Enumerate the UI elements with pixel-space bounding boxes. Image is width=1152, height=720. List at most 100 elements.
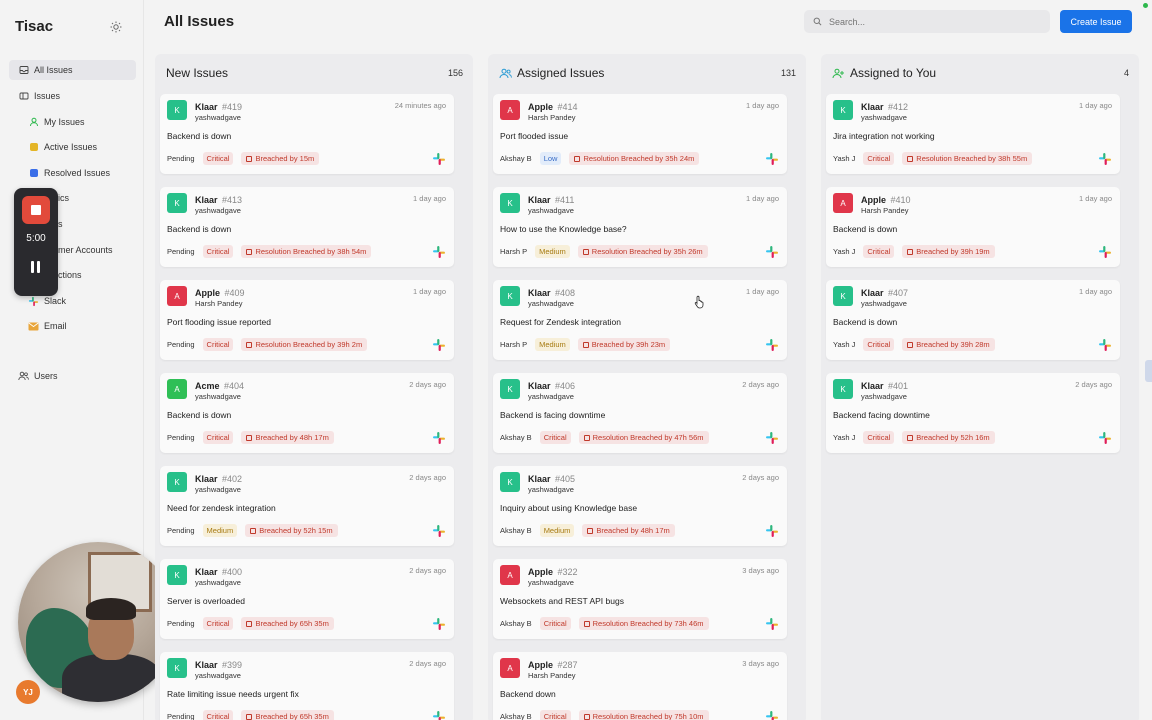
issue-number: #412 [888,102,909,112]
priority-badge: Critical [539,431,571,444]
sla-breach-badge: Resolution Breached by 75h 10m [578,710,709,720]
theme-toggle-icon[interactable] [110,21,122,33]
sidebar-item-analytics[interactable]: ics [58,188,69,208]
issue-timestamp: 2 days ago [409,473,446,482]
slack-icon[interactable] [1098,245,1112,259]
issue-card[interactable]: K Klaar #405 yashwadgave 2 days ago Inquiry … [493,466,787,546]
side-panel-handle[interactable] [1145,360,1152,382]
stop-recording-button[interactable] [22,196,50,224]
company-avatar: K [167,472,187,492]
search-input[interactable] [829,16,1029,27]
issue-card[interactable]: K Klaar #406 yashwadgave 2 days ago Backend … [493,373,787,453]
slack-icon[interactable] [765,338,779,352]
company-name: Klaar [528,288,551,298]
issue-card[interactable]: K Klaar #411 yashwadgave 1 day ago How to us… [493,187,787,267]
issue-card[interactable]: K Klaar #400 yashwadgave 2 days ago Server i… [160,559,454,639]
sidebar-item-label: Users [34,371,58,381]
slack-icon[interactable] [765,152,779,166]
slack-icon[interactable] [432,338,446,352]
sidebar-item-my-issues[interactable]: My Issues [28,112,85,132]
assignee-label: Yash J [833,340,856,349]
sla-breach-badge: Breached by 39h 19m [902,245,995,258]
issue-card[interactable]: K Klaar #407 yashwadgave 1 day ago Backend i… [826,280,1120,360]
issue-card[interactable]: K Klaar #412 yashwadgave 1 day ago Jira inte… [826,94,1120,174]
slack-icon[interactable] [765,431,779,445]
issue-card[interactable]: K Klaar #413 yashwadgave 1 day ago Backend i… [160,187,454,267]
issue-reporter: Harsh Pandey [195,299,243,308]
issue-company: Klaar #419 [195,102,242,112]
slack-icon[interactable] [432,710,446,720]
issue-card[interactable]: K Klaar #419 yashwadgave 24 minutes ago Back… [160,94,454,174]
assignee-label: Pending [167,340,195,349]
sidebar-item-active-issues[interactable]: Active Issues [28,137,97,157]
issue-card[interactable]: A Acme #404 yashwadgave 2 days ago Backend i… [160,373,454,453]
webcam-person [62,654,162,702]
sidebar-item-issues[interactable]: Issues [18,86,60,106]
issue-subject: Backend is down [167,410,232,420]
timer-icon [246,713,253,720]
issue-company: Apple #287 [528,660,578,670]
company-avatar: A [500,565,520,585]
slack-icon[interactable] [765,617,779,631]
issue-company: Klaar #400 [195,567,242,577]
issue-meta: Pending Critical Breached by 65h 35m [167,617,334,630]
slack-icon[interactable] [432,617,446,631]
column-count: 156 [447,68,463,78]
timer-icon [246,248,253,255]
slack-icon[interactable] [765,710,779,720]
sidebar-item-email[interactable]: Email [28,316,67,336]
issue-number: #409 [224,288,245,298]
issue-card[interactable]: A Apple #409 Harsh Pandey 1 day ago Port flo… [160,280,454,360]
issue-card[interactable]: A Apple #410 Harsh Pandey 1 day ago Backend … [826,187,1120,267]
sla-breach-text: Breached by 39h 23m [591,340,666,349]
pause-recording-button[interactable] [31,261,41,273]
slack-icon[interactable] [765,524,779,538]
issue-company: Klaar #407 [861,288,908,298]
slack-icon[interactable] [432,245,446,259]
slack-icon[interactable] [1098,338,1112,352]
slack-icon[interactable] [1098,431,1112,445]
sidebar-item-resolved-issues[interactable]: Resolved Issues [28,163,110,183]
sidebar-item-connections[interactable]: ctions [58,265,82,285]
sidebar-item-partial[interactable]: s [58,214,63,234]
search-bar[interactable] [804,10,1050,33]
sidebar-item-all-issues[interactable]: All Issues [9,60,136,80]
slack-icon[interactable] [432,152,446,166]
create-issue-button[interactable]: Create Issue [1060,10,1132,33]
issue-card[interactable]: A Apple #322 yashwadgave 3 days ago Websocke… [493,559,787,639]
issue-number: #410 [890,195,911,205]
assignee-label: Akshay B [500,712,532,720]
company-avatar: K [167,658,187,678]
issue-card[interactable]: K Klaar #408 yashwadgave 1 day ago Request f… [493,280,787,360]
issue-meta: Yash J Critical Breached by 52h 16m [833,431,995,444]
page-title: All Issues [164,13,235,30]
issue-card[interactable]: A Apple #414 Harsh Pandey 1 day ago Port flo… [493,94,787,174]
sidebar-item-customer-accounts[interactable]: mer Accounts [58,240,113,260]
assignee-label: Akshay B [500,619,532,628]
user-add-icon [832,68,845,79]
avatar[interactable]: YJ [16,680,40,704]
timer-icon [583,620,590,627]
issue-card[interactable]: K Klaar #399 yashwadgave 2 days ago Rate lim… [160,652,454,720]
issue-card[interactable]: K Klaar #401 yashwadgave 2 days ago Backend … [826,373,1120,453]
slack-icon[interactable] [765,245,779,259]
webcam-overlay[interactable] [18,542,178,702]
timer-icon [907,434,914,441]
issue-timestamp: 1 day ago [413,194,446,203]
company-avatar: K [833,379,853,399]
slack-icon[interactable] [1098,152,1112,166]
column-new-issues: New Issues 156 K Klaar #419 yashwadgave 24 … [155,54,473,720]
issue-card[interactable]: A Apple #287 Harsh Pandey 3 days ago Backend… [493,652,787,720]
issue-timestamp: 3 days ago [742,659,779,668]
issue-subject: Backend down [500,689,556,699]
issue-card[interactable]: K Klaar #402 yashwadgave 2 days ago Need for… [160,466,454,546]
sidebar-item-label: Active Issues [44,142,98,152]
slack-icon[interactable] [432,524,446,538]
company-name: Acme [195,381,220,391]
issue-company: Klaar #408 [528,288,575,298]
timer-icon [583,713,590,720]
sidebar-item-users[interactable]: Users [18,366,58,386]
issue-number: #419 [222,102,243,112]
slack-icon[interactable] [432,431,446,445]
column-assigned-to-you: Assigned to You 4 K Klaar #412 yashwadgave… [821,54,1139,720]
